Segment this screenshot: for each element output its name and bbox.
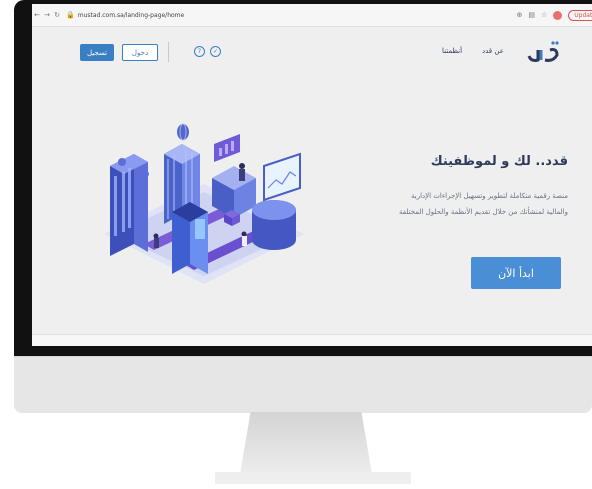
register-button[interactable]: تسجيل: [80, 44, 114, 61]
key-icon[interactable]: ⊕: [516, 11, 522, 19]
check-icon[interactable]: ✓: [210, 46, 221, 57]
login-button[interactable]: دخول: [122, 44, 158, 61]
star-icon[interactable]: ☆: [541, 11, 547, 19]
isometric-city-illustration: [104, 123, 304, 284]
arrow-left-icon[interactable]: ←: [32, 11, 42, 19]
extension-icon[interactable]: ▤: [528, 11, 535, 19]
monitor-screen: ← → ↻ 🔒 mustad.com.sa/landing-page/home …: [32, 4, 592, 346]
avatar[interactable]: [553, 10, 563, 20]
hero-description: منصة رقمية متكاملة لتطوير وتسهيل الإجراء…: [399, 192, 568, 216]
browser-toolbar: ← → ↻ 🔒 mustad.com.sa/landing-page/home …: [32, 4, 592, 27]
section-divider: [32, 334, 592, 346]
update-button[interactable]: Update: [568, 9, 592, 21]
hero-title: قدد.. لك و لموظفينك: [430, 154, 568, 169]
header-divider: [168, 42, 169, 62]
monitor-chin: [14, 356, 592, 413]
browser-actions: ⊕ ▤ ☆ Update: [516, 9, 592, 21]
monitor-stand-neck: [240, 412, 372, 474]
lock-icon: 🔒: [66, 11, 75, 19]
help-icon[interactable]: ?: [194, 46, 205, 57]
nav-link-about[interactable]: عن قدد: [482, 47, 504, 55]
start-now-button[interactable]: ابدأ الآن: [471, 257, 561, 289]
brand-logo[interactable]: [527, 38, 563, 64]
arrow-right-icon[interactable]: →: [42, 11, 52, 19]
monitor-bezel: ← → ↻ 🔒 mustad.com.sa/landing-page/home …: [14, 0, 592, 356]
reload-icon[interactable]: ↻: [52, 11, 62, 19]
nav-link-systems[interactable]: أنظمتنا: [442, 47, 462, 55]
url-text: mustad.com.sa/landing-page/home: [77, 11, 185, 19]
address-bar[interactable]: 🔒 mustad.com.sa/landing-page/home: [66, 9, 246, 21]
monitor-stand-base: [215, 472, 411, 484]
